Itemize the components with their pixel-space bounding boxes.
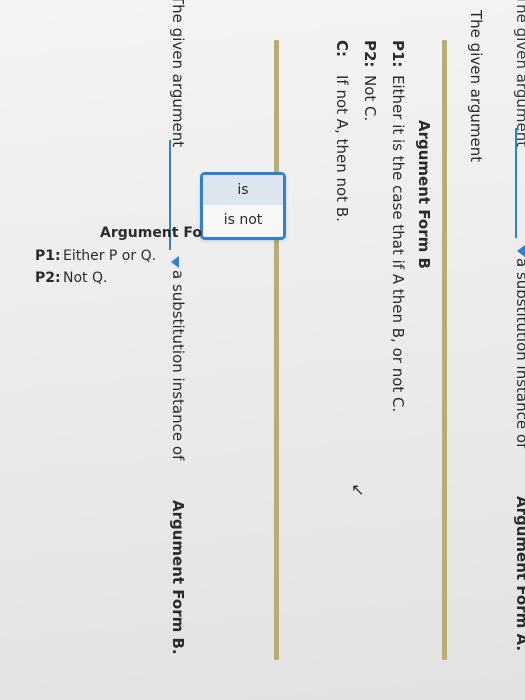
dropdown-option-is[interactable]: is xyxy=(203,175,283,205)
question-b-right: a substitution instance of xyxy=(169,270,187,461)
form-b-p1-label: P1: xyxy=(389,40,407,68)
divider-top xyxy=(442,40,447,660)
form-c-p2-text: Not Q. xyxy=(63,270,108,286)
form-c-p2-label: P2: xyxy=(35,270,61,286)
dropdown-menu[interactable]: is is not xyxy=(200,172,286,240)
question-a-left: The given argument xyxy=(513,0,525,148)
form-b-c-text: If not A, then not B. xyxy=(333,75,351,222)
question-a-right: a substitution instance of xyxy=(513,258,525,449)
form-b-c-label: C: xyxy=(333,40,351,58)
rotated-page: The given argument a substitution instan… xyxy=(0,0,525,700)
question-b-left: The given argument xyxy=(169,0,187,148)
form-b-heading: Argument Form B xyxy=(415,120,433,269)
form-c-p1-text: Either P or Q. xyxy=(63,248,157,264)
form-b-p2-text: Not C. xyxy=(361,75,379,122)
question-a-form: Argument Form A. xyxy=(513,496,525,652)
form-b-p2-label: P2: xyxy=(361,40,379,68)
dropdown-option-is-not[interactable]: is not xyxy=(203,205,283,235)
question-a-caret-icon[interactable] xyxy=(517,245,525,257)
form-b-p1-text: Either it is the case that if A then B, … xyxy=(389,75,407,413)
form-c-heading: Argument Fo xyxy=(100,225,202,241)
divider-bottom xyxy=(274,40,279,660)
mouse-cursor-icon: ↖ xyxy=(351,480,365,499)
question-b-form: Argument Form B. xyxy=(169,500,187,655)
question-a-dropdown-line[interactable] xyxy=(515,128,517,238)
question-b-caret-icon[interactable] xyxy=(171,256,179,268)
form-c-p1-label: P1: xyxy=(35,248,61,264)
